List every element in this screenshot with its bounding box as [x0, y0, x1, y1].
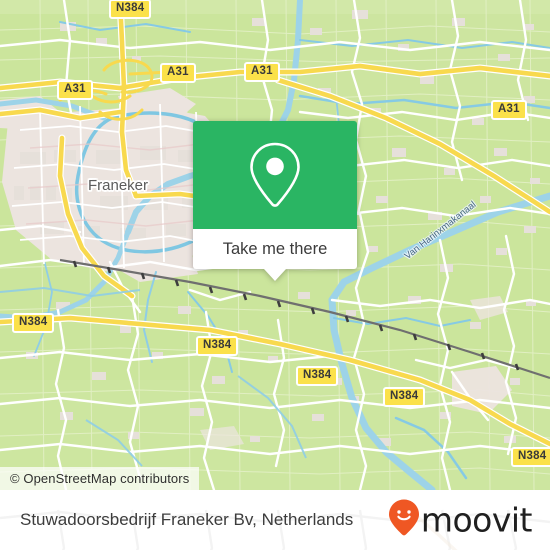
road-shield-n384-right: N384 — [383, 387, 426, 407]
callout-icon-area — [193, 121, 357, 229]
road-shield-n384-center: N384 — [196, 336, 239, 356]
road-shield-n384-midlow: N384 — [296, 366, 339, 386]
location-callout-card[interactable]: Take me there — [193, 121, 357, 281]
road-shield-a31-left: A31 — [57, 80, 93, 100]
osm-attribution[interactable]: © OpenStreetMap contributors — [0, 467, 200, 490]
road-shield-n384-left: N384 — [12, 313, 55, 333]
road-shield-a31-right: A31 — [491, 100, 527, 120]
road-shield-n384-corner: N384 — [511, 447, 550, 467]
road-shield-n384-top: N384 — [109, 0, 152, 19]
place-label-franeker: Franeker — [88, 177, 149, 194]
road-shield-a31-mid: A31 — [244, 62, 280, 82]
moovit-wordmark: moovit — [420, 500, 533, 540]
road-shield-a31-center: A31 — [160, 63, 196, 83]
take-me-there-button[interactable]: Take me there — [193, 229, 357, 281]
moovit-smiley-pin-icon — [388, 499, 420, 542]
map-canvas[interactable]: N384 A31 A31 A31 A31 N384 N384 N384 N384… — [0, 0, 550, 490]
callout-pointer-tail — [264, 269, 286, 281]
osm-attribution-text: © OpenStreetMap contributors — [10, 471, 190, 486]
map-screenshot: N384 A31 A31 A31 A31 N384 N384 N384 N384… — [0, 0, 550, 550]
footer-bar: Stuwadoorsbedrijf Franeker Bv, Netherlan… — [0, 490, 550, 550]
take-me-there-label: Take me there — [222, 239, 328, 258]
moovit-logo[interactable]: moovit — [388, 499, 533, 542]
map-pin-icon — [248, 141, 302, 209]
place-title: Stuwadoorsbedrijf Franeker Bv, Netherlan… — [20, 510, 354, 529]
